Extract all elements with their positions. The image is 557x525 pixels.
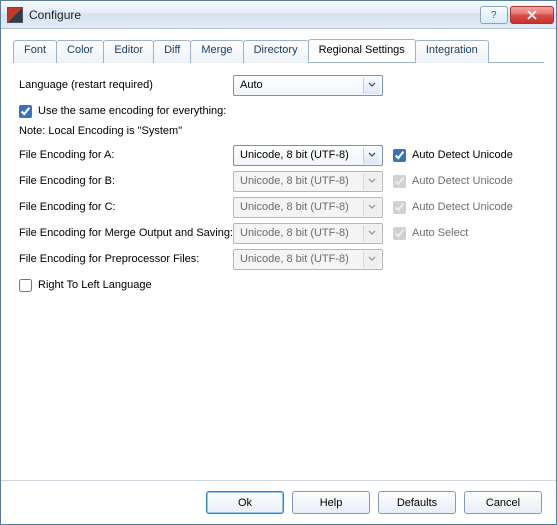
- encoding-pre-label: File Encoding for Preprocessor Files:: [19, 253, 233, 265]
- auto-detect-c-checkbox: Auto Detect Unicode: [393, 201, 513, 214]
- encoding-a-combo[interactable]: Unicode, 8 bit (UTF-8): [233, 145, 383, 166]
- tab-directory[interactable]: Directory: [243, 40, 309, 63]
- defaults-button[interactable]: Defaults: [378, 491, 456, 514]
- encoding-pre-combo: Unicode, 8 bit (UTF-8): [233, 249, 383, 270]
- chevron-down-icon: [363, 173, 380, 190]
- svg-text:?: ?: [491, 10, 497, 20]
- encoding-c-value: Unicode, 8 bit (UTF-8): [240, 201, 349, 213]
- auto-select-label: Auto Select: [412, 227, 468, 239]
- tab-diff[interactable]: Diff: [153, 40, 191, 63]
- encoding-merge-value: Unicode, 8 bit (UTF-8): [240, 227, 349, 239]
- language-combo[interactable]: Auto: [233, 75, 383, 96]
- auto-select-input: [393, 227, 406, 240]
- local-encoding-note: Note: Local Encoding is "System": [19, 125, 538, 137]
- encoding-c-combo: Unicode, 8 bit (UTF-8): [233, 197, 383, 218]
- auto-detect-c-input: [393, 201, 406, 214]
- regional-settings-pane: Language (restart required) Auto Use the…: [1, 63, 556, 480]
- chevron-down-icon: [363, 147, 380, 164]
- tab-bar: Font Color Editor Diff Merge Directory R…: [1, 29, 556, 62]
- encoding-b-value: Unicode, 8 bit (UTF-8): [240, 175, 349, 187]
- app-icon: [7, 7, 23, 23]
- encoding-b-label: File Encoding for B:: [19, 175, 233, 187]
- chevron-down-icon: [363, 77, 380, 94]
- rtl-checkbox[interactable]: Right To Left Language: [19, 279, 152, 292]
- close-button[interactable]: [510, 6, 554, 24]
- encoding-merge-combo: Unicode, 8 bit (UTF-8): [233, 223, 383, 244]
- rtl-input[interactable]: [19, 279, 32, 292]
- chevron-down-icon: [363, 199, 380, 216]
- tab-integration[interactable]: Integration: [415, 40, 489, 63]
- encoding-a-label: File Encoding for A:: [19, 149, 233, 161]
- auto-detect-b-label: Auto Detect Unicode: [412, 175, 513, 187]
- tab-merge[interactable]: Merge: [190, 40, 243, 63]
- help-dialog-button[interactable]: Help: [292, 491, 370, 514]
- same-encoding-input[interactable]: [19, 105, 32, 118]
- titlebar: Configure ?: [1, 1, 556, 29]
- auto-detect-b-input: [393, 175, 406, 188]
- encoding-c-label: File Encoding for C:: [19, 201, 233, 213]
- configure-dialog: Configure ? Font Color Editor Diff Merge…: [0, 0, 557, 525]
- help-button[interactable]: ?: [480, 6, 508, 24]
- encoding-pre-value: Unicode, 8 bit (UTF-8): [240, 253, 349, 265]
- tab-color[interactable]: Color: [56, 40, 104, 63]
- window-title: Configure: [29, 8, 480, 22]
- auto-detect-a-input[interactable]: [393, 149, 406, 162]
- encoding-a-value: Unicode, 8 bit (UTF-8): [240, 149, 349, 161]
- auto-detect-a-checkbox[interactable]: Auto Detect Unicode: [393, 149, 513, 162]
- same-encoding-checkbox[interactable]: Use the same encoding for everything:: [19, 105, 226, 118]
- ok-button[interactable]: Ok: [206, 491, 284, 514]
- rtl-label: Right To Left Language: [38, 279, 152, 291]
- chevron-down-icon: [363, 225, 380, 242]
- tab-editor[interactable]: Editor: [103, 40, 154, 63]
- auto-detect-c-label: Auto Detect Unicode: [412, 201, 513, 213]
- auto-detect-b-checkbox: Auto Detect Unicode: [393, 175, 513, 188]
- tab-regional-settings[interactable]: Regional Settings: [308, 39, 416, 62]
- encoding-merge-label: File Encoding for Merge Output and Savin…: [19, 227, 233, 239]
- language-label: Language (restart required): [19, 79, 233, 91]
- button-bar: Ok Help Defaults Cancel: [1, 480, 556, 524]
- chevron-down-icon: [363, 251, 380, 268]
- cancel-button[interactable]: Cancel: [464, 491, 542, 514]
- tab-font[interactable]: Font: [13, 40, 57, 63]
- auto-select-checkbox: Auto Select: [393, 227, 468, 240]
- same-encoding-label: Use the same encoding for everything:: [38, 105, 226, 117]
- auto-detect-a-label: Auto Detect Unicode: [412, 149, 513, 161]
- encoding-b-combo: Unicode, 8 bit (UTF-8): [233, 171, 383, 192]
- language-value: Auto: [240, 79, 263, 91]
